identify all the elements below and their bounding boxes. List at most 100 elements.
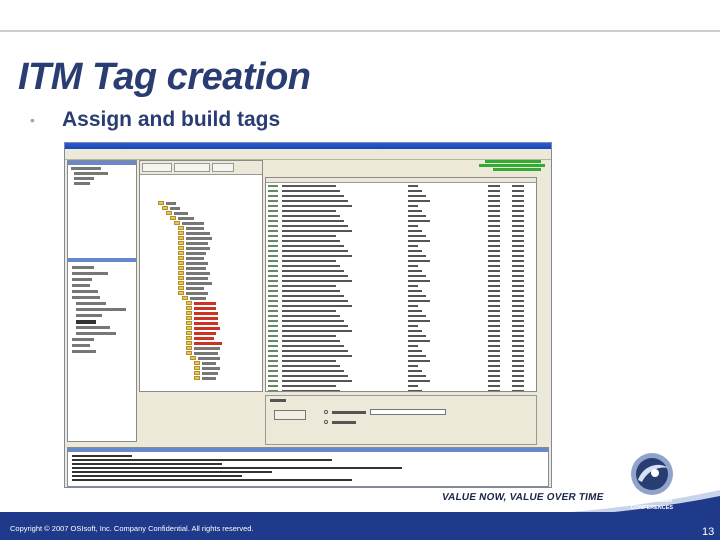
grid-row — [266, 260, 536, 263]
grid-row — [266, 305, 536, 308]
folder-icon — [186, 306, 192, 310]
tree-node — [186, 282, 212, 285]
build-tags-panel — [265, 395, 537, 445]
tree-node — [186, 232, 210, 235]
tree-node — [202, 377, 216, 380]
tree-node — [182, 222, 204, 225]
folder-icon — [186, 341, 192, 345]
folder-icon — [178, 226, 184, 230]
logo-line-2: CONFERENCES — [631, 505, 674, 511]
grid-row — [266, 300, 536, 303]
grid-row — [266, 350, 536, 353]
folder-icon — [194, 371, 200, 375]
grid-row — [266, 335, 536, 338]
tree-node — [202, 362, 216, 365]
grid-row — [266, 285, 536, 288]
grid-row — [266, 375, 536, 378]
tree-node — [186, 237, 212, 240]
folder-icon — [178, 251, 184, 255]
tag-property-grid — [265, 177, 537, 392]
folder-icon — [186, 316, 192, 320]
tree-node — [194, 332, 216, 335]
folder-icon — [170, 216, 176, 220]
folder-icon — [174, 221, 180, 225]
grid-row — [266, 355, 536, 358]
folder-icon — [178, 291, 184, 295]
logo-line-1: OSISOFT USER — [632, 498, 673, 504]
page-number: 13 — [702, 526, 715, 538]
bullet-icon: • — [30, 112, 35, 128]
tree-node — [186, 227, 204, 230]
tree-node — [170, 207, 180, 210]
grid-row — [266, 235, 536, 238]
tag-tree-tabs — [140, 161, 262, 175]
folder-icon — [194, 376, 200, 380]
input — [370, 409, 446, 415]
label — [332, 411, 366, 414]
tree-node — [186, 292, 208, 295]
grid-row — [266, 370, 536, 373]
tree-node — [174, 212, 188, 215]
radio — [324, 420, 328, 424]
grid-row — [266, 385, 536, 388]
tree-item — [74, 172, 108, 175]
tab — [142, 163, 172, 172]
grid-row — [266, 325, 536, 328]
grid-row — [266, 200, 536, 203]
grid-row — [266, 240, 536, 243]
folder-icon — [186, 311, 192, 315]
folder-icon — [186, 331, 192, 335]
grid-row — [266, 320, 536, 323]
slide: ITM Tag creation • Assign and build tags — [0, 0, 720, 540]
output-log — [67, 447, 549, 487]
tree-node — [186, 277, 208, 280]
grid-row — [266, 280, 536, 283]
grid-row — [266, 290, 536, 293]
top-rule — [0, 30, 720, 32]
folder-icon — [194, 366, 200, 370]
folder-icon — [178, 271, 184, 275]
slide-title: ITM Tag creation — [18, 56, 311, 98]
folder-icon — [178, 236, 184, 240]
grid-row — [266, 365, 536, 368]
folder-icon — [194, 361, 200, 365]
grid-row — [266, 390, 536, 391]
tab — [212, 163, 234, 172]
tree-node — [186, 247, 210, 250]
tree-node — [202, 367, 220, 370]
grid-row — [266, 340, 536, 343]
folder-icon — [186, 301, 192, 305]
tree-node — [194, 307, 216, 310]
grid-row — [266, 195, 536, 198]
tree-node — [186, 242, 208, 245]
tree-node — [198, 357, 220, 360]
status-note — [465, 160, 545, 174]
grid-row — [266, 245, 536, 248]
folder-icon — [158, 201, 164, 205]
radio — [324, 410, 328, 414]
folder-icon — [178, 276, 184, 280]
copyright-text: Copyright © 2007 OSIsoft, Inc. Company C… — [10, 524, 254, 533]
folder-icon — [178, 241, 184, 245]
server-tree-pane — [67, 160, 137, 442]
folder-icon — [186, 321, 192, 325]
grid-row — [266, 255, 536, 258]
label — [270, 399, 286, 402]
tree-node — [194, 337, 214, 340]
tree-node — [178, 217, 194, 220]
tree-node — [186, 262, 208, 265]
grid-row — [266, 190, 536, 193]
grid-row — [266, 345, 536, 348]
tree-node — [194, 327, 220, 330]
grid-row — [266, 330, 536, 333]
grid-row — [266, 205, 536, 208]
folder-icon — [186, 336, 192, 340]
folder-icon — [178, 286, 184, 290]
grid-row — [266, 185, 536, 188]
pane-divider — [68, 258, 136, 262]
grid-row — [266, 360, 536, 363]
label — [332, 421, 356, 424]
tree-node — [190, 297, 206, 300]
tree-node — [166, 202, 176, 205]
tag-tree-pane — [139, 160, 263, 392]
